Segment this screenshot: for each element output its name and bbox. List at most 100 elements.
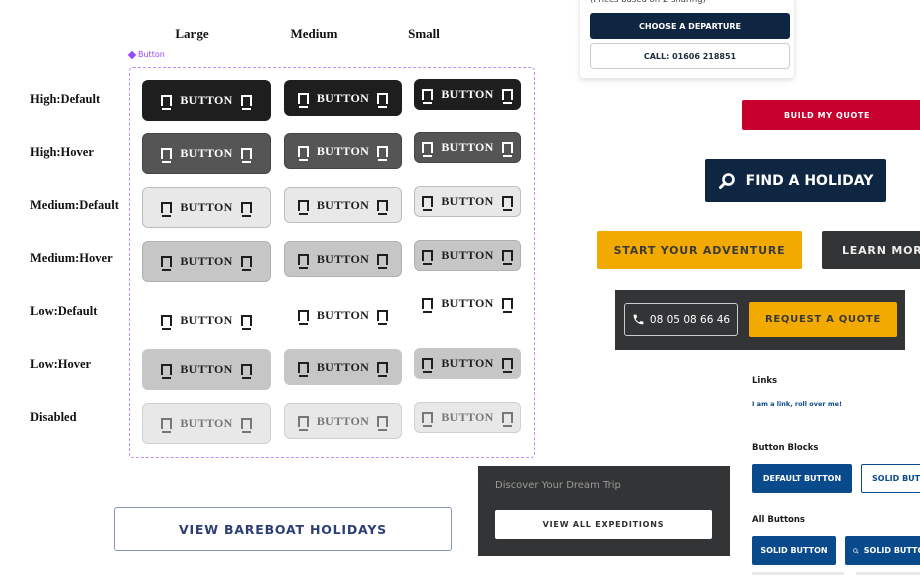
button-low-default-large[interactable]: BUTTON: [142, 300, 271, 341]
solid-button[interactable]: SOLID BUTTON: [752, 536, 836, 565]
dashed-square-icon: [297, 309, 309, 325]
row-label-high-hover: High:Hover: [30, 145, 94, 159]
button-med-default-large[interactable]: BUTTON: [142, 187, 271, 228]
view-bareboat-holidays-button[interactable]: VIEW BAREBOAT HOLIDAYS: [114, 507, 452, 551]
button-label: BUTTON: [180, 313, 233, 327]
solid-button-with-icon[interactable]: SOLID BUTTON: [845, 536, 920, 565]
button-high-default-small[interactable]: BUTTON: [414, 79, 521, 110]
dashed-square-icon: [377, 199, 389, 215]
dashed-square-icon: [377, 253, 389, 269]
column-header-medium: Medium: [290, 26, 338, 41]
solid-button-with-icon-label: SOLID BUTTON: [863, 546, 920, 555]
solid-outline-button[interactable]: SOLID BUTTON: [861, 464, 920, 493]
button-label: BUTTON: [180, 416, 233, 430]
dashed-square-icon: [377, 92, 389, 108]
start-your-adventure-button[interactable]: START YOUR ADVENTURE: [597, 231, 802, 269]
learn-more-button[interactable]: LEARN MORE: [822, 231, 920, 269]
dashed-square-icon: [240, 148, 252, 163]
button-label: BUTTON: [316, 90, 370, 105]
dashed-square-icon: [297, 145, 309, 161]
search-icon: [853, 547, 859, 554]
dashed-square-icon: [422, 250, 434, 265]
dashed-square-icon: [161, 148, 173, 163]
button-label: BUTTON: [441, 87, 494, 101]
button-high-default-large[interactable]: BUTTON: [142, 80, 271, 121]
find-a-holiday-button[interactable]: FIND A HOLIDAY: [705, 159, 886, 202]
button-label: BUTTON: [180, 362, 233, 376]
dashed-square-icon: [501, 412, 513, 427]
button-high-hover-large[interactable]: BUTTON: [142, 133, 271, 174]
price-card: (Prices based on 2 sharing) CHOOSE A DEP…: [580, 0, 794, 78]
button-disabled-medium[interactable]: BUTTON: [284, 403, 402, 439]
row-label-medium-default: Medium:Default: [30, 198, 119, 212]
dashed-square-icon: [240, 202, 252, 217]
dashed-square-icon: [377, 415, 389, 431]
button-label: BUTTON: [441, 410, 494, 424]
phone-button[interactable]: 08 05 08 66 46: [624, 303, 738, 336]
dashed-square-icon: [501, 89, 513, 104]
dashed-square-icon: [377, 309, 389, 325]
row-label-low-hover: Low:Hover: [30, 357, 92, 371]
dashed-square-icon: [297, 415, 309, 431]
button-low-default-medium[interactable]: BUTTON: [284, 297, 402, 333]
dashed-square-icon: [161, 315, 173, 330]
button-high-default-medium[interactable]: BUTTON: [284, 80, 402, 116]
choose-departure-button[interactable]: CHOOSE A DEPARTURE: [590, 13, 790, 39]
button-label: BUTTON: [441, 248, 494, 262]
dashed-square-icon: [377, 145, 389, 161]
dashed-square-icon: [161, 364, 173, 379]
button-med-hover-medium[interactable]: BUTTON: [284, 241, 402, 277]
button-med-default-small[interactable]: BUTTON: [414, 186, 521, 217]
row-label-disabled: Disabled: [30, 410, 77, 424]
dashed-square-icon: [501, 142, 513, 157]
dashed-square-icon: [422, 298, 434, 313]
component-tag-label: Button: [138, 50, 165, 59]
button-disabled-small[interactable]: BUTTON: [414, 402, 521, 433]
build-my-quote-button[interactable]: BUILD MY QUOTE: [742, 100, 920, 130]
button-blocks-heading: Button Blocks: [752, 443, 819, 453]
button-high-hover-small[interactable]: BUTTON: [414, 132, 521, 163]
button-label: BUTTON: [316, 359, 370, 374]
button-low-hover-small[interactable]: BUTTON: [414, 348, 521, 379]
dashed-square-icon: [422, 142, 434, 157]
default-button[interactable]: DEFAULT BUTTON: [752, 464, 852, 493]
button-label: BUTTON: [441, 296, 494, 310]
button-med-hover-small[interactable]: BUTTON: [414, 240, 521, 271]
button-label: BUTTON: [180, 93, 233, 107]
all-buttons-heading: All Buttons: [752, 515, 805, 525]
row-label-medium-hover: Medium:Hover: [30, 251, 113, 265]
dashed-square-icon: [240, 95, 252, 110]
dashed-square-icon: [240, 315, 252, 330]
button-high-hover-medium[interactable]: BUTTON: [284, 133, 402, 169]
dashed-square-icon: [297, 92, 309, 108]
button-disabled-large[interactable]: BUTTON: [142, 403, 271, 444]
request-a-quote-button[interactable]: REQUEST A QUOTE: [749, 302, 897, 337]
button-label: BUTTON: [180, 200, 233, 214]
contact-bar: 08 05 08 66 46 REQUEST A QUOTE: [615, 290, 905, 350]
button-label: BUTTON: [316, 197, 370, 212]
dashed-square-icon: [161, 256, 173, 271]
dashed-square-icon: [240, 364, 252, 379]
button-label: BUTTON: [316, 143, 370, 158]
dashed-square-icon: [240, 418, 252, 433]
dashed-square-icon: [161, 202, 173, 217]
button-low-hover-medium[interactable]: BUTTON: [284, 349, 402, 385]
button-low-default-small[interactable]: BUTTON: [414, 288, 521, 319]
column-header-small: Small: [408, 26, 440, 41]
button-label: BUTTON: [316, 307, 370, 322]
call-button[interactable]: CALL: 01606 218851: [590, 43, 790, 69]
search-icon: [718, 172, 735, 189]
phone-number: 08 05 08 66 46: [649, 313, 731, 326]
demo-link[interactable]: I am a link, roll over me!: [752, 400, 842, 408]
dashed-square-icon: [501, 250, 513, 265]
component-icon: [127, 50, 137, 59]
button-med-default-medium[interactable]: BUTTON: [284, 187, 402, 223]
dashed-square-icon: [501, 196, 513, 211]
expedition-title: Discover Your Dream Trip: [495, 480, 621, 491]
button-low-hover-large[interactable]: BUTTON: [142, 349, 271, 390]
links-heading: Links: [752, 376, 778, 386]
view-all-expeditions-button[interactable]: VIEW ALL EXPEDITIONS: [495, 510, 712, 539]
dashed-square-icon: [377, 361, 389, 377]
button-med-hover-large[interactable]: BUTTON: [142, 241, 271, 282]
button-label: BUTTON: [180, 146, 233, 160]
